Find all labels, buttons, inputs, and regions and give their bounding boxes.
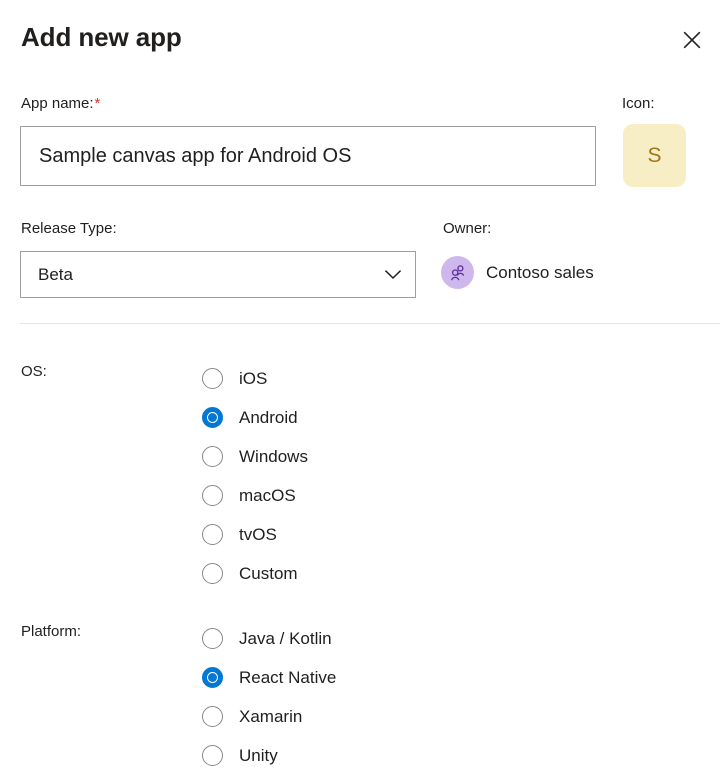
radio-option-tvos[interactable]: tvOS [202,515,308,554]
release-type-label: Release Type: [21,220,117,237]
radio-option-macos[interactable]: macOS [202,476,308,515]
page-title: Add new app [21,22,182,52]
app-name-input[interactable] [20,126,596,186]
app-name-label: App name:* [21,94,100,114]
release-type-value: Beta [38,264,73,284]
owner-row[interactable]: Contoso sales [441,256,594,289]
radio-option-ios[interactable]: iOS [202,359,308,398]
platform-group-label: Platform: [21,623,82,640]
os-group-label: OS: [21,363,47,380]
radio-option-java-kotlin[interactable]: Java / Kotlin [202,619,336,658]
platform-radio-group: Java / Kotlin React Native Xamarin Unity [202,619,336,773]
radio-icon-selected [202,667,223,688]
owner-label: Owner: [443,220,492,237]
release-type-select[interactable]: Beta [20,251,416,298]
app-icon[interactable]: S [623,124,686,187]
close-button[interactable] [674,22,710,58]
radio-label: iOS [239,368,268,388]
radio-icon-selected [202,407,223,428]
app-icon-letter: S [647,143,662,167]
dialog-header: Add new app [0,0,720,78]
radio-icon [202,368,223,389]
close-icon [682,30,702,50]
radio-label: Xamarin [239,706,303,726]
radio-label: React Native [239,667,337,687]
required-asterisk: * [94,95,101,112]
radio-label: Windows [239,446,308,466]
radio-icon [202,524,223,545]
radio-icon [202,628,223,649]
radio-option-xamarin[interactable]: Xamarin [202,697,336,736]
icon-label: Icon: [622,95,655,112]
add-new-app-dialog: Add new app App name:* Icon: S Release T… [0,0,720,773]
radio-icon [202,446,223,467]
radio-option-unity[interactable]: Unity [202,736,336,773]
os-radio-group: iOS Android Windows macOS tvOS Custom [202,359,308,593]
app-name-label-text: App name: [21,95,94,112]
owner-name: Contoso sales [486,262,594,282]
radio-option-windows[interactable]: Windows [202,437,308,476]
radio-icon [202,485,223,506]
radio-option-react-native[interactable]: React Native [202,658,336,697]
radio-label: macOS [239,485,296,505]
radio-label: Custom [239,563,298,583]
chevron-down-icon [385,269,401,280]
radio-label: Unity [239,745,278,765]
radio-label: Android [239,407,298,427]
section-divider [20,323,720,324]
radio-option-custom[interactable]: Custom [202,554,308,593]
radio-option-android[interactable]: Android [202,398,308,437]
radio-icon [202,563,223,584]
radio-label: tvOS [239,524,277,544]
radio-icon [202,745,223,766]
radio-icon [202,706,223,727]
radio-label: Java / Kotlin [239,628,332,648]
people-group-icon [441,256,474,289]
